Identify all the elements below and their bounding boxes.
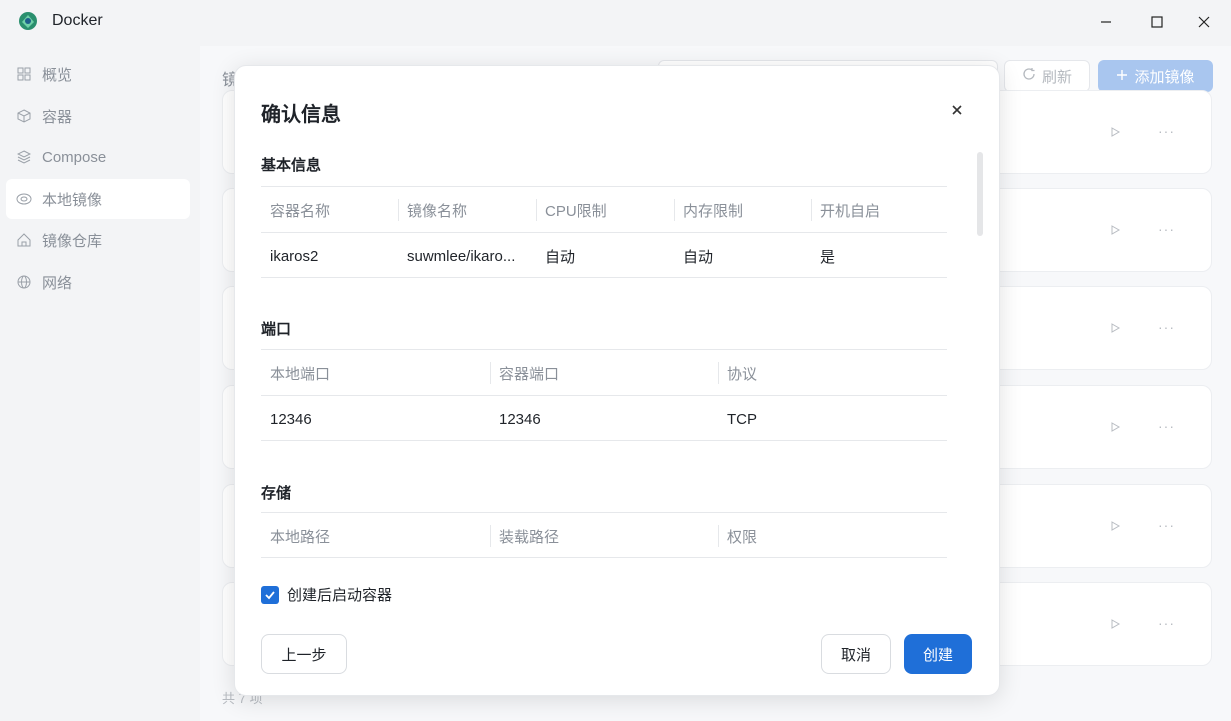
header-cell: 本地路径 [270,528,331,546]
cell-cpu-limit: 自动 [545,248,576,266]
header-cell: 容器名称 [270,202,331,220]
close-icon[interactable] [947,100,967,120]
confirm-dialog: 确认信息 基本信息 容器名称 镜像名称 CPU限制 内存限制 开机自启 ikar… [234,65,1000,696]
basic-info-table: 容器名称 镜像名称 CPU限制 内存限制 开机自启 ikaros2 suwmle… [261,186,947,278]
table-row: 12346 12346 TCP [261,395,947,441]
start-after-create-option[interactable]: 创建后启动容器 [261,584,392,605]
scrollbar[interactable] [977,152,983,236]
cell-autostart: 是 [820,248,836,266]
previous-step-button[interactable]: 上一步 [261,634,347,674]
storage-table: 本地路径 装载路径 权限 [261,512,947,558]
ports-table: 本地端口 容器端口 协议 12346 12346 TCP [261,349,947,441]
section-basic-info-title: 基本信息 [261,157,322,174]
header-cell: 开机自启 [811,187,947,233]
section-ports-title: 端口 [261,321,292,338]
header-cell: 权限 [718,513,947,559]
cell-local-port: 12346 [270,410,312,428]
dialog-title: 确认信息 [261,104,341,126]
header-cell: 协议 [718,350,947,396]
cell-container-name: ikaros2 [270,247,319,265]
create-button[interactable]: 创建 [904,634,972,674]
cell-container-port: 12346 [499,410,541,428]
cell-protocol: TCP [727,410,757,428]
header-cell: 本地端口 [270,365,331,383]
header-cell: 内存限制 [674,187,811,233]
cell-image-name: suwmlee/ikaro... [407,247,516,265]
header-cell: CPU限制 [536,187,674,233]
section-storage-title: 存储 [261,485,292,502]
cancel-button[interactable]: 取消 [821,634,891,674]
start-after-create-label: 创建后启动容器 [287,587,393,604]
header-cell: 镜像名称 [398,187,536,233]
header-cell: 装载路径 [490,513,718,559]
start-after-create-checkbox[interactable] [261,585,279,604]
table-header: 本地端口 容器端口 协议 [261,349,947,395]
table-header: 本地路径 装载路径 权限 [261,512,947,558]
header-cell: 容器端口 [490,350,718,396]
cell-memory-limit: 自动 [683,248,714,266]
table-header: 容器名称 镜像名称 CPU限制 内存限制 开机自启 [261,186,947,232]
table-row: ikaros2 suwmlee/ikaro... 自动 自动 是 [261,232,947,278]
